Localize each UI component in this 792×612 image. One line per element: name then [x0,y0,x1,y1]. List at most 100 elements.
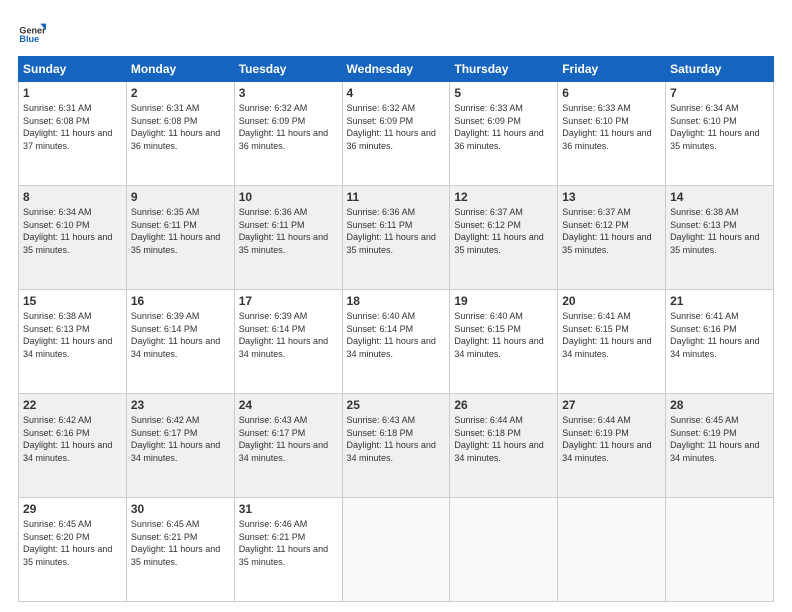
day-number: 28 [670,398,769,412]
calendar-header-saturday: Saturday [666,57,774,82]
calendar-week-row: 15 Sunrise: 6:38 AMSunset: 6:13 PMDaylig… [19,290,774,394]
svg-text:Blue: Blue [19,34,39,44]
day-number: 1 [23,86,122,100]
day-number: 11 [347,190,446,204]
day-info: Sunrise: 6:32 AMSunset: 6:09 PMDaylight:… [239,103,328,151]
day-number: 4 [347,86,446,100]
day-number: 6 [562,86,661,100]
calendar-day-cell: 23 Sunrise: 6:42 AMSunset: 6:17 PMDaylig… [126,394,234,498]
calendar-day-cell: 28 Sunrise: 6:45 AMSunset: 6:19 PMDaylig… [666,394,774,498]
day-number: 23 [131,398,230,412]
calendar-day-cell: 14 Sunrise: 6:38 AMSunset: 6:13 PMDaylig… [666,186,774,290]
day-info: Sunrise: 6:43 AMSunset: 6:18 PMDaylight:… [347,415,436,463]
day-number: 13 [562,190,661,204]
day-number: 3 [239,86,338,100]
day-number: 21 [670,294,769,308]
day-number: 5 [454,86,553,100]
day-number: 15 [23,294,122,308]
calendar-day-cell: 17 Sunrise: 6:39 AMSunset: 6:14 PMDaylig… [234,290,342,394]
calendar-day-cell [666,498,774,602]
day-info: Sunrise: 6:42 AMSunset: 6:16 PMDaylight:… [23,415,112,463]
calendar-day-cell: 8 Sunrise: 6:34 AMSunset: 6:10 PMDayligh… [19,186,127,290]
day-info: Sunrise: 6:36 AMSunset: 6:11 PMDaylight:… [347,207,436,255]
calendar-day-cell: 29 Sunrise: 6:45 AMSunset: 6:20 PMDaylig… [19,498,127,602]
calendar-day-cell [450,498,558,602]
calendar-header-tuesday: Tuesday [234,57,342,82]
day-info: Sunrise: 6:45 AMSunset: 6:20 PMDaylight:… [23,519,112,567]
calendar-header-monday: Monday [126,57,234,82]
day-info: Sunrise: 6:40 AMSunset: 6:15 PMDaylight:… [454,311,543,359]
day-number: 9 [131,190,230,204]
calendar-day-cell: 19 Sunrise: 6:40 AMSunset: 6:15 PMDaylig… [450,290,558,394]
day-info: Sunrise: 6:34 AMSunset: 6:10 PMDaylight:… [670,103,759,151]
calendar-week-row: 29 Sunrise: 6:45 AMSunset: 6:20 PMDaylig… [19,498,774,602]
calendar-table: SundayMondayTuesdayWednesdayThursdayFrid… [18,56,774,602]
day-info: Sunrise: 6:35 AMSunset: 6:11 PMDaylight:… [131,207,220,255]
day-number: 22 [23,398,122,412]
day-info: Sunrise: 6:42 AMSunset: 6:17 PMDaylight:… [131,415,220,463]
day-info: Sunrise: 6:37 AMSunset: 6:12 PMDaylight:… [454,207,543,255]
day-number: 14 [670,190,769,204]
calendar-week-row: 22 Sunrise: 6:42 AMSunset: 6:16 PMDaylig… [19,394,774,498]
day-info: Sunrise: 6:45 AMSunset: 6:21 PMDaylight:… [131,519,220,567]
day-info: Sunrise: 6:33 AMSunset: 6:10 PMDaylight:… [562,103,651,151]
day-number: 30 [131,502,230,516]
calendar-day-cell: 2 Sunrise: 6:31 AMSunset: 6:08 PMDayligh… [126,82,234,186]
calendar-day-cell: 25 Sunrise: 6:43 AMSunset: 6:18 PMDaylig… [342,394,450,498]
day-info: Sunrise: 6:40 AMSunset: 6:14 PMDaylight:… [347,311,436,359]
calendar-day-cell: 7 Sunrise: 6:34 AMSunset: 6:10 PMDayligh… [666,82,774,186]
calendar-day-cell: 11 Sunrise: 6:36 AMSunset: 6:11 PMDaylig… [342,186,450,290]
day-number: 19 [454,294,553,308]
day-info: Sunrise: 6:45 AMSunset: 6:19 PMDaylight:… [670,415,759,463]
calendar-header-friday: Friday [558,57,666,82]
calendar-day-cell: 10 Sunrise: 6:36 AMSunset: 6:11 PMDaylig… [234,186,342,290]
day-info: Sunrise: 6:32 AMSunset: 6:09 PMDaylight:… [347,103,436,151]
calendar-day-cell: 24 Sunrise: 6:43 AMSunset: 6:17 PMDaylig… [234,394,342,498]
calendar-day-cell: 18 Sunrise: 6:40 AMSunset: 6:14 PMDaylig… [342,290,450,394]
calendar-day-cell: 22 Sunrise: 6:42 AMSunset: 6:16 PMDaylig… [19,394,127,498]
calendar-header-thursday: Thursday [450,57,558,82]
calendar-day-cell: 12 Sunrise: 6:37 AMSunset: 6:12 PMDaylig… [450,186,558,290]
logo: General Blue [18,18,46,46]
day-number: 7 [670,86,769,100]
day-number: 12 [454,190,553,204]
calendar-day-cell: 26 Sunrise: 6:44 AMSunset: 6:18 PMDaylig… [450,394,558,498]
day-info: Sunrise: 6:39 AMSunset: 6:14 PMDaylight:… [239,311,328,359]
day-number: 26 [454,398,553,412]
calendar-day-cell: 21 Sunrise: 6:41 AMSunset: 6:16 PMDaylig… [666,290,774,394]
calendar-day-cell: 31 Sunrise: 6:46 AMSunset: 6:21 PMDaylig… [234,498,342,602]
day-info: Sunrise: 6:37 AMSunset: 6:12 PMDaylight:… [562,207,651,255]
calendar-header-row: SundayMondayTuesdayWednesdayThursdayFrid… [19,57,774,82]
day-info: Sunrise: 6:38 AMSunset: 6:13 PMDaylight:… [23,311,112,359]
calendar-day-cell: 20 Sunrise: 6:41 AMSunset: 6:15 PMDaylig… [558,290,666,394]
calendar-day-cell: 16 Sunrise: 6:39 AMSunset: 6:14 PMDaylig… [126,290,234,394]
calendar-header-sunday: Sunday [19,57,127,82]
day-info: Sunrise: 6:36 AMSunset: 6:11 PMDaylight:… [239,207,328,255]
calendar-day-cell [342,498,450,602]
day-info: Sunrise: 6:31 AMSunset: 6:08 PMDaylight:… [23,103,112,151]
day-info: Sunrise: 6:41 AMSunset: 6:16 PMDaylight:… [670,311,759,359]
calendar-day-cell: 9 Sunrise: 6:35 AMSunset: 6:11 PMDayligh… [126,186,234,290]
calendar-day-cell: 30 Sunrise: 6:45 AMSunset: 6:21 PMDaylig… [126,498,234,602]
day-info: Sunrise: 6:33 AMSunset: 6:09 PMDaylight:… [454,103,543,151]
calendar-day-cell: 6 Sunrise: 6:33 AMSunset: 6:10 PMDayligh… [558,82,666,186]
day-info: Sunrise: 6:44 AMSunset: 6:19 PMDaylight:… [562,415,651,463]
day-info: Sunrise: 6:34 AMSunset: 6:10 PMDaylight:… [23,207,112,255]
day-number: 2 [131,86,230,100]
calendar-day-cell: 1 Sunrise: 6:31 AMSunset: 6:08 PMDayligh… [19,82,127,186]
calendar-day-cell: 4 Sunrise: 6:32 AMSunset: 6:09 PMDayligh… [342,82,450,186]
calendar-week-row: 1 Sunrise: 6:31 AMSunset: 6:08 PMDayligh… [19,82,774,186]
calendar-day-cell: 15 Sunrise: 6:38 AMSunset: 6:13 PMDaylig… [19,290,127,394]
day-number: 27 [562,398,661,412]
day-number: 29 [23,502,122,516]
day-info: Sunrise: 6:44 AMSunset: 6:18 PMDaylight:… [454,415,543,463]
day-number: 16 [131,294,230,308]
calendar-week-row: 8 Sunrise: 6:34 AMSunset: 6:10 PMDayligh… [19,186,774,290]
calendar-day-cell: 3 Sunrise: 6:32 AMSunset: 6:09 PMDayligh… [234,82,342,186]
logo-icon: General Blue [18,18,46,46]
calendar-day-cell: 5 Sunrise: 6:33 AMSunset: 6:09 PMDayligh… [450,82,558,186]
day-info: Sunrise: 6:38 AMSunset: 6:13 PMDaylight:… [670,207,759,255]
day-number: 31 [239,502,338,516]
calendar-day-cell: 13 Sunrise: 6:37 AMSunset: 6:12 PMDaylig… [558,186,666,290]
day-info: Sunrise: 6:41 AMSunset: 6:15 PMDaylight:… [562,311,651,359]
